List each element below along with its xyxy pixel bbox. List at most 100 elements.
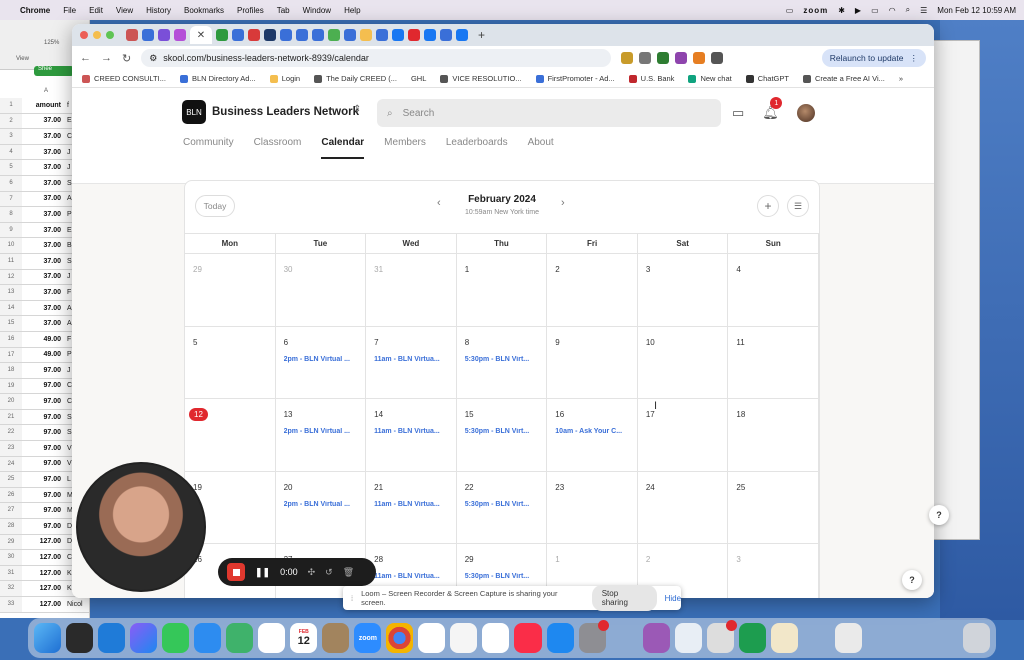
calendar-event[interactable]: 11am - BLN Virtua... xyxy=(374,428,448,435)
notes-icon[interactable] xyxy=(450,623,478,653)
amount-cell[interactable]: 97.00 xyxy=(22,398,64,405)
site-info-icon[interactable]: ⚙ xyxy=(149,53,157,64)
calendar-day-cell[interactable]: 10 xyxy=(637,326,729,399)
tab-calendar[interactable]: Calendar xyxy=(321,137,365,159)
bookmark-item[interactable]: U.S. Bank xyxy=(628,74,674,83)
amount-cell[interactable]: 49.00 xyxy=(22,336,64,343)
video-icon[interactable]: ▭ xyxy=(786,6,794,15)
row-number[interactable]: 9 xyxy=(0,222,22,238)
tab-favicon-icon[interactable] xyxy=(296,29,308,41)
calendar-event[interactable]: 2pm - BLN Virtual ... xyxy=(284,356,358,363)
tab-favicon-icon[interactable] xyxy=(440,29,452,41)
delete-icon[interactable]: 🗑︎ xyxy=(343,567,354,578)
calendar-day-cell[interactable]: 11 xyxy=(728,326,819,399)
calendar-day-cell[interactable]: 16 10am - Ask Your C... xyxy=(547,399,638,472)
tab-favicon-icon[interactable] xyxy=(264,29,276,41)
row-number[interactable]: 6 xyxy=(0,175,22,191)
sheet-tab[interactable]: Shee xyxy=(34,66,74,76)
trash-icon[interactable] xyxy=(962,623,990,653)
tab-members[interactable]: Members xyxy=(384,137,426,159)
row-number[interactable]: 8 xyxy=(0,207,22,222)
amount-cell[interactable]: 37.00 xyxy=(22,305,64,312)
numbers-icon[interactable] xyxy=(738,623,766,653)
row-number[interactable]: 17 xyxy=(0,347,22,363)
tab-classroom[interactable]: Classroom xyxy=(254,137,302,159)
bell-icon[interactable]: 🔔︎ 1 xyxy=(762,97,783,121)
tab-about[interactable]: About xyxy=(528,137,554,159)
music-icon[interactable] xyxy=(514,623,542,653)
amount-cell[interactable]: 37.00 xyxy=(22,320,64,327)
app-store-icon[interactable] xyxy=(546,623,574,653)
row-number[interactable]: 12 xyxy=(0,269,22,285)
calendar-day-cell[interactable]: 18 xyxy=(728,399,819,472)
row-number[interactable]: 1 xyxy=(0,98,22,113)
amount-cell[interactable]: 37.00 xyxy=(22,180,64,187)
calendar-day-cell[interactable]: 7 11am - BLN Virtua... xyxy=(366,326,457,399)
extension-icon[interactable] xyxy=(621,52,634,64)
bookmark-item[interactable]: ChatGPT xyxy=(745,74,789,83)
forward-icon[interactable]: → xyxy=(101,52,112,64)
calendar-day-cell[interactable]: 24 xyxy=(637,471,729,544)
amount-cell[interactable]: 97.00 xyxy=(22,507,64,514)
row-number[interactable]: 26 xyxy=(0,487,22,503)
extension-icon[interactable] xyxy=(639,52,652,64)
pause-icon[interactable]: ❚❚ xyxy=(255,567,270,578)
amount-cell[interactable]: 97.00 xyxy=(22,445,64,452)
bookmark-item[interactable]: BLN Directory Ad... xyxy=(179,74,256,83)
row-number[interactable]: 33 xyxy=(0,597,22,612)
app-icon[interactable] xyxy=(770,623,798,653)
printer-icon[interactable] xyxy=(706,620,737,653)
avatar[interactable] xyxy=(796,104,815,122)
relaunch-button[interactable]: Relaunch to update ⋮ xyxy=(821,49,926,67)
bookmark-item[interactable]: FirstPromoter - Ad... xyxy=(535,74,615,83)
chat-icon[interactable]: ▭ xyxy=(732,105,744,121)
amount-cell[interactable]: 127.00 xyxy=(22,570,64,577)
calendar-day-cell[interactable]: 3 xyxy=(637,254,729,327)
minimize-window-icon[interactable] xyxy=(93,31,101,39)
tab-favicon-icon[interactable] xyxy=(408,29,420,41)
row-number[interactable]: 15 xyxy=(0,316,22,331)
tab-favicon-icon[interactable] xyxy=(344,29,356,41)
row-number[interactable]: 4 xyxy=(0,144,22,160)
search-input[interactable]: ⌕ Search xyxy=(377,99,721,127)
row-number[interactable]: 22 xyxy=(0,425,22,441)
back-icon[interactable]: ← xyxy=(80,52,91,64)
amount-cell[interactable]: 97.00 xyxy=(22,367,64,374)
name-cell[interactable]: Nicol xyxy=(64,601,89,608)
more-menu-icon[interactable]: ⋮ xyxy=(910,53,919,64)
amount-cell[interactable]: 37.00 xyxy=(22,211,64,218)
row-number[interactable]: 27 xyxy=(0,503,22,519)
zoom-app-icon[interactable]: zoom xyxy=(354,623,382,653)
add-event-button[interactable]: + xyxy=(757,195,779,217)
calendar-day-cell[interactable]: 23 xyxy=(547,471,638,544)
tab-leaderboards[interactable]: Leaderboards xyxy=(446,137,508,159)
calendar-day-cell[interactable]: 31 xyxy=(366,254,457,327)
amount-cell[interactable]: 37.00 xyxy=(22,258,64,265)
system-settings-icon[interactable] xyxy=(578,620,609,653)
tab-favicon-icon[interactable] xyxy=(360,29,372,41)
row-number[interactable]: 5 xyxy=(0,160,22,175)
reminders-icon[interactable] xyxy=(418,623,446,653)
calendar-day-cell[interactable]: 15 5:30pm - BLN Virt... xyxy=(456,399,548,472)
reload-icon[interactable]: ↻ xyxy=(122,52,131,65)
column-a-header[interactable]: A xyxy=(44,88,48,94)
webcam-bubble[interactable] xyxy=(76,462,206,592)
calendar-event[interactable]: 5:30pm - BLN Virt... xyxy=(465,573,539,580)
row-number[interactable]: 19 xyxy=(0,378,22,394)
spreadsheet-zoom[interactable]: 125% xyxy=(44,40,59,46)
menu-tab[interactable]: Tab xyxy=(277,6,290,15)
table-row[interactable]: 33 127.00 Nicol xyxy=(0,597,89,613)
calendar-day-cell[interactable]: 13 2pm - BLN Virtual ... xyxy=(275,399,367,472)
row-number[interactable]: 32 xyxy=(0,581,22,596)
calendar-day-cell[interactable]: 8 5:30pm - BLN Virt... xyxy=(456,326,548,399)
calendar-day-cell[interactable]: 12 xyxy=(185,399,276,472)
amount-cell[interactable]: 37.00 xyxy=(22,149,64,156)
calendar-day-cell[interactable]: 25 xyxy=(728,471,819,544)
control-center-icon[interactable]: ☰ xyxy=(920,6,927,15)
amount-cell[interactable]: 97.00 xyxy=(22,460,64,467)
downloads-icon[interactable] xyxy=(834,623,862,653)
row-number[interactable]: 16 xyxy=(0,331,22,347)
calendar-event[interactable]: 11am - BLN Virtua... xyxy=(374,573,448,580)
help-button-secondary[interactable]: ? xyxy=(929,505,949,525)
chrome-icon[interactable] xyxy=(386,623,414,653)
